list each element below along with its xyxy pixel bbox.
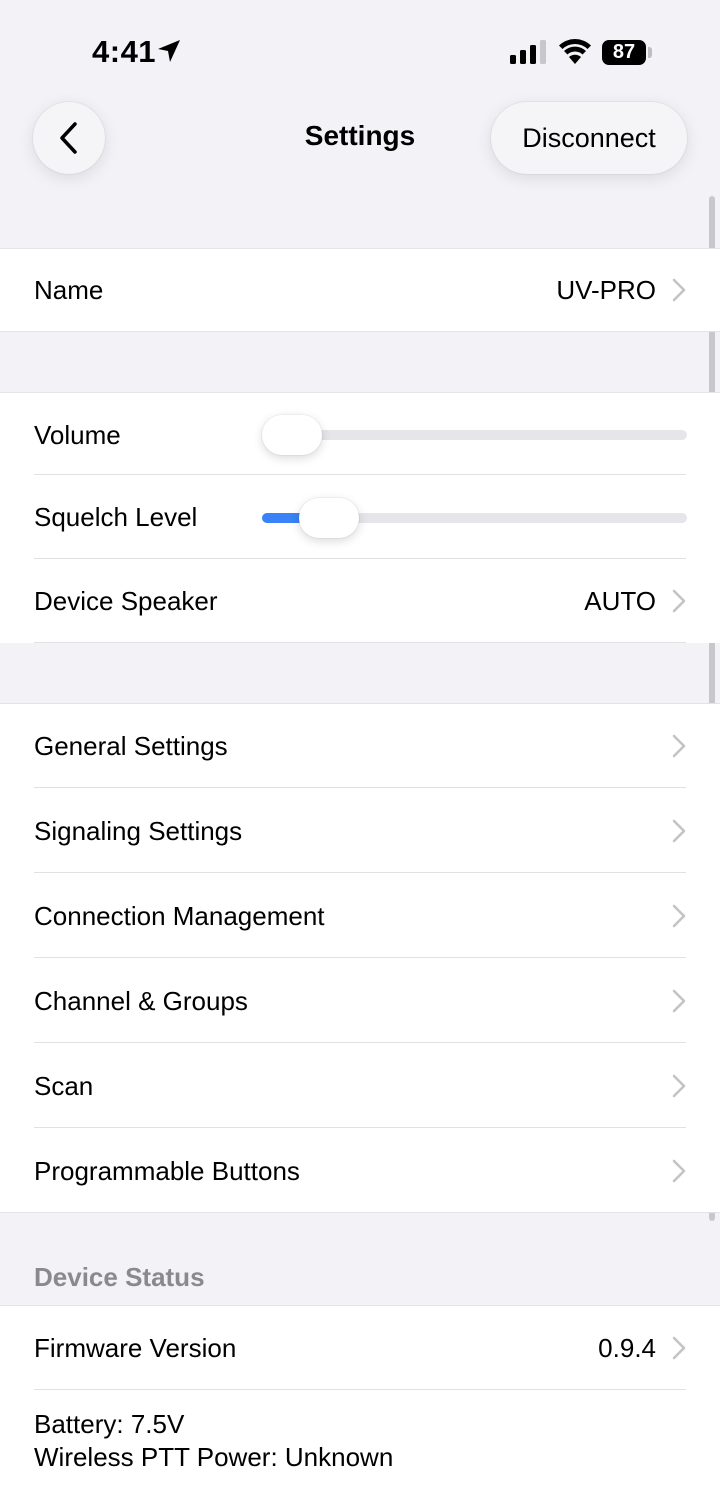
- back-button[interactable]: [33, 102, 105, 174]
- volume-row: Volume: [0, 393, 720, 477]
- chevron-right-icon: [672, 819, 686, 843]
- location-arrow-icon: [158, 40, 180, 62]
- menu-item-label: Connection Management: [34, 901, 325, 931]
- battery-percent: 87: [612, 41, 636, 63]
- squelch-row: Squelch Level: [0, 475, 720, 559]
- menu-item-scan[interactable]: Scan: [0, 1044, 720, 1128]
- chevron-right-icon: [672, 1074, 686, 1098]
- disconnect-button[interactable]: Disconnect: [491, 102, 687, 174]
- volume-label: Volume: [34, 420, 121, 450]
- menu-item-programmable-buttons[interactable]: Programmable Buttons: [0, 1129, 720, 1213]
- name-value: UV-PRO: [556, 275, 656, 305]
- menu-item-label: Scan: [34, 1071, 94, 1101]
- divider: [34, 642, 686, 643]
- battery-voltage-text: Battery: 7.5V: [34, 1409, 185, 1439]
- menu-item-label: Programmable Buttons: [34, 1156, 300, 1186]
- menu-item-general-settings[interactable]: General Settings: [0, 704, 720, 788]
- device-speaker-value: AUTO: [584, 586, 656, 616]
- volume-slider-thumb[interactable]: [262, 415, 322, 455]
- device-status-header: Device Status: [34, 1262, 205, 1292]
- divider: [34, 1389, 686, 1390]
- name-row[interactable]: Name UV-PRO: [0, 249, 720, 331]
- status-bar: 4:41 87: [0, 0, 720, 100]
- battery-cap: [648, 47, 652, 58]
- divider: [34, 1042, 686, 1043]
- device-speaker-row[interactable]: Device Speaker AUTO: [0, 559, 720, 643]
- menu-item-label: General Settings: [34, 731, 228, 761]
- menu-item-label: Channel & Groups: [34, 986, 248, 1016]
- menu-item-label: Signaling Settings: [34, 816, 243, 846]
- device-name-group: Name UV-PRO: [0, 248, 720, 332]
- chevron-right-icon: [672, 734, 686, 758]
- squelch-slider-thumb[interactable]: [298, 498, 359, 538]
- chevron-right-icon: [672, 989, 686, 1013]
- menu-item-signaling-settings[interactable]: Signaling Settings: [0, 789, 720, 873]
- squelch-label: Squelch Level: [34, 502, 198, 532]
- wifi-icon: [559, 39, 591, 64]
- firmware-version-label: Firmware Version: [34, 1333, 237, 1363]
- volume-slider[interactable]: [262, 430, 687, 440]
- settings-menu-group: General Settings Signaling Settings Conn…: [0, 703, 720, 1213]
- divider: [34, 872, 686, 873]
- back-chevron-icon: [60, 122, 77, 154]
- wireless-ptt-power-text: Wireless PTT Power: Unknown: [34, 1442, 394, 1472]
- menu-item-connection-management[interactable]: Connection Management: [0, 874, 720, 958]
- chevron-right-icon: [672, 1336, 686, 1360]
- firmware-version-row[interactable]: Firmware Version 0.9.4: [0, 1306, 720, 1390]
- battery-icon: 87: [602, 40, 646, 65]
- divider: [34, 787, 686, 788]
- divider: [34, 957, 686, 958]
- chevron-right-icon: [672, 1159, 686, 1183]
- menu-item-channel-groups[interactable]: Channel & Groups: [0, 959, 720, 1043]
- audio-group: Volume Squelch Level Device Speaker AUTO: [0, 392, 720, 643]
- device-speaker-label: Device Speaker: [34, 586, 218, 616]
- name-label: Name: [34, 275, 104, 305]
- chevron-right-icon: [672, 278, 686, 302]
- cellular-signal-icon: [510, 40, 546, 64]
- chevron-right-icon: [672, 904, 686, 928]
- divider: [34, 1127, 686, 1128]
- firmware-version-value: 0.9.4: [598, 1333, 656, 1363]
- battery-info: Battery: 7.5V Wireless PTT Power: Unknow…: [34, 1408, 393, 1474]
- chevron-right-icon: [672, 589, 686, 613]
- status-time: 4:41: [92, 34, 157, 69]
